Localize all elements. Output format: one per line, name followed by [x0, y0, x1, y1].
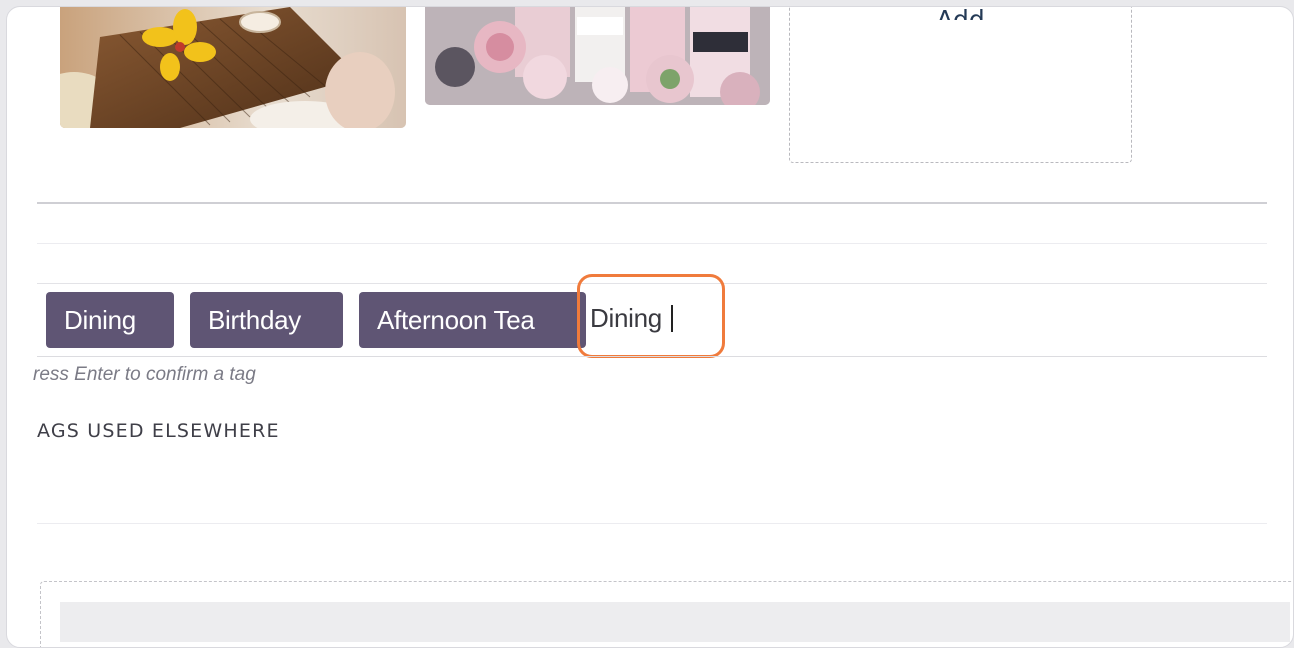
add-image-label: Add — [790, 7, 1131, 20]
champagne-photo-graphic — [425, 7, 770, 105]
text-caret — [671, 305, 673, 332]
gallery-image-champagne[interactable] — [425, 7, 770, 105]
tag-dining[interactable]: Dining — [46, 292, 174, 348]
divider — [37, 202, 1267, 204]
main-panel: Add Dining Birthday Afternoon Tea ress E… — [6, 6, 1294, 648]
divider — [37, 243, 1267, 244]
add-image-button[interactable]: Add — [789, 7, 1132, 163]
tag-afternoon-tea[interactable]: Afternoon Tea — [359, 292, 586, 348]
tag-hint-text: ress Enter to confirm a tag — [33, 364, 256, 385]
gallery-image-dining[interactable] — [60, 7, 406, 128]
tag-input[interactable] — [590, 296, 720, 340]
dining-photo-graphic — [60, 7, 406, 128]
tag-birthday[interactable]: Birthday — [190, 292, 343, 348]
divider — [37, 523, 1267, 524]
divider — [37, 356, 1267, 357]
section-title-tags-elsewhere: AGS USED ELSEWHERE — [37, 420, 280, 442]
drop-zone-header — [60, 602, 1290, 642]
